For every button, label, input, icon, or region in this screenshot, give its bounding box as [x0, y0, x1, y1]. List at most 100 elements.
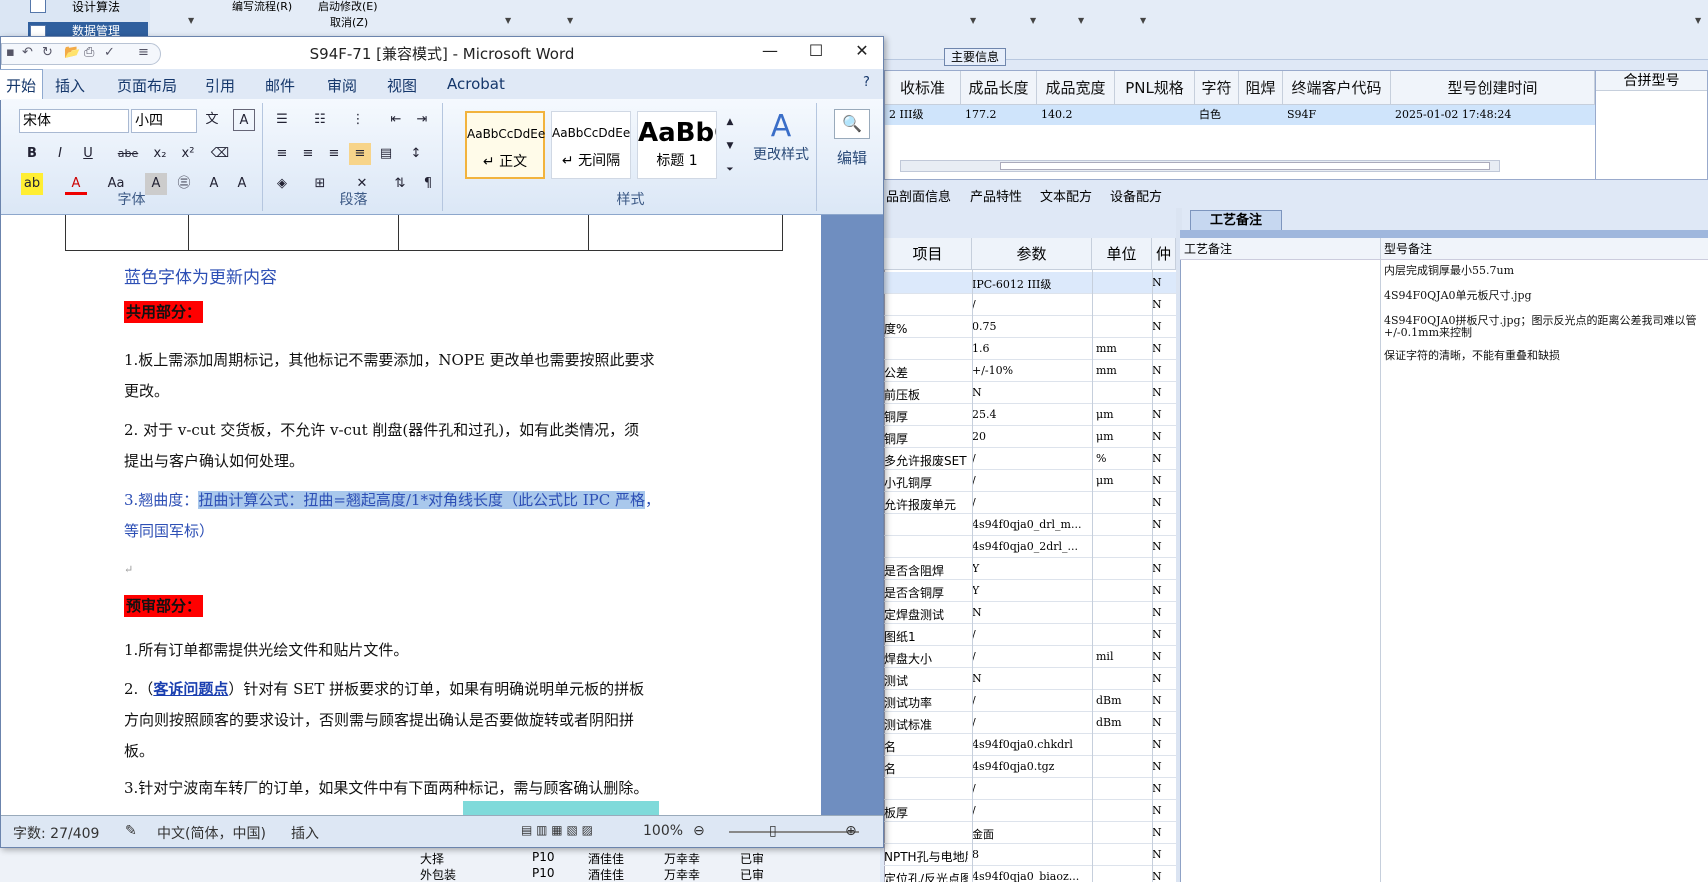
language[interactable]: 中文(简体，中国) [157, 823, 266, 843]
tab-page-layout[interactable]: 页面布局 [117, 75, 177, 96]
align-left-icon[interactable]: ≡ [271, 143, 293, 165]
word-count[interactable]: 字数: 27/409 [13, 823, 99, 843]
view-buttons-icon[interactable]: ▤ ▥ ▦ ▧ ▨ [521, 823, 593, 837]
grid-header[interactable]: 型号创建时间 [1391, 71, 1595, 105]
font-name-combo[interactable]: 宋体 [19, 109, 129, 133]
align-right-icon[interactable]: ≡ [323, 143, 345, 165]
toolbar-start-modify[interactable]: 启动修改(E) [318, 0, 378, 14]
table-row[interactable]: 4s94f0qja0_2drl_... N [884, 536, 1176, 558]
table-row[interactable]: / N [884, 778, 1176, 800]
table-row[interactable]: 测试 N N [884, 668, 1176, 690]
document-page[interactable]: 蓝色字体为更新内容 共用部分： 1.板上需添加周期标记，其他标记不需要添加，NO… [1, 215, 821, 815]
table-row[interactable]: 图纸1 / N [884, 624, 1176, 646]
tab-text-recipe[interactable]: 文本配方 [1040, 186, 1092, 205]
close-icon[interactable]: ✕ [847, 41, 877, 60]
table-row[interactable]: 板厚 / N [884, 800, 1176, 822]
tab-references[interactable]: 引用 [205, 75, 235, 96]
bullets-icon[interactable]: ☰ [271, 109, 293, 131]
grid-header[interactable]: 阻焊 [1239, 71, 1283, 105]
italic-icon[interactable]: I [49, 143, 71, 165]
zoom-level[interactable]: 100% [643, 823, 683, 839]
tab-view[interactable]: 视图 [387, 75, 417, 96]
decrease-indent-icon[interactable]: ⇤ [385, 109, 407, 131]
tab-process-remarks[interactable]: 工艺备注 [1190, 210, 1282, 232]
tab-acrobat[interactable]: Acrobat [447, 75, 505, 93]
table-row[interactable]: 允许报废单元 / N [884, 492, 1176, 514]
tab-main-info[interactable]: 主要信息 [944, 48, 1006, 66]
tab-insert[interactable]: 插入 [55, 75, 85, 96]
list-item[interactable]: 大择 P10 酒佳佳 万幸幸 已审 [420, 850, 764, 867]
tab-device-recipe[interactable]: 设备配方 [1110, 186, 1162, 205]
dropdown-arrow-icon[interactable]: ▼ [505, 16, 511, 25]
table-row[interactable]: 测试功率 / dBm N [884, 690, 1176, 712]
table-row[interactable]: 名 4s94f0qja0.chkdrl N [884, 734, 1176, 756]
help-icon[interactable]: ? [863, 75, 870, 90]
numbering-icon[interactable]: ☷ [309, 109, 331, 131]
table-row[interactable]: 是否含阻焊 Y N [884, 558, 1176, 580]
styles-scroll-up-icon[interactable]: ▲ [719, 111, 741, 133]
dropdown-arrow-icon[interactable]: ▼ [970, 16, 976, 25]
table-row[interactable]: 公差 +/-10% mm N [884, 360, 1176, 382]
zoom-thumb[interactable]: ▯ [769, 823, 777, 839]
tab-profile-info[interactable]: 品剖面信息 [886, 186, 951, 205]
table-row[interactable]: 小孔铜厚 / μm N [884, 470, 1176, 492]
col-unit[interactable]: 单位 [1092, 238, 1152, 270]
dropdown-arrow-icon[interactable]: ▼ [567, 16, 573, 25]
table-row[interactable]: 多允许报废SET /% N [884, 448, 1176, 470]
insert-mode[interactable]: 插入 [291, 823, 319, 843]
grid-header[interactable]: 终端客户代码 [1283, 71, 1391, 105]
toolbar-cancel[interactable]: 取消(Z) [330, 14, 368, 30]
char-border-icon[interactable]: A [233, 109, 255, 131]
font-size-combo[interactable]: 小四 [131, 109, 197, 133]
tab-product-features[interactable]: 产品特性 [970, 186, 1022, 205]
dropdown-arrow-icon[interactable]: ▼ [1078, 16, 1084, 25]
multilevel-list-icon[interactable]: ⋮ [347, 109, 369, 131]
dropdown-arrow-icon[interactable]: ▼ [1030, 16, 1036, 25]
table-row[interactable]: 测试标准 / dBm N [884, 712, 1176, 734]
table-row[interactable]: NPTH孔与电地层空距 8 N [884, 844, 1176, 866]
dropdown-arrow-icon[interactable]: ▼ [188, 16, 194, 25]
col-param[interactable]: 参数 [972, 238, 1092, 270]
tab-home[interactable]: 开始 [0, 69, 44, 100]
table-row[interactable]: IPC-6012 III级 N [884, 272, 1176, 294]
zoom-slider[interactable] [729, 831, 859, 833]
grid-header[interactable]: 成品长度 [961, 71, 1037, 105]
proofing-icon[interactable]: ✎ [125, 823, 137, 839]
styles-scroll-down-icon[interactable]: ▼ [719, 135, 741, 157]
bold-icon[interactable]: B [21, 143, 43, 165]
clear-format-icon[interactable]: ⌫ [209, 143, 231, 165]
table-row[interactable]: 焊盘大小 / mil N [884, 646, 1176, 668]
grid-header[interactable]: PNL规格 [1115, 71, 1195, 105]
justify-icon[interactable]: ≡ [349, 143, 371, 165]
toolbar-edit-flow[interactable]: 编写流程(R) [232, 0, 292, 14]
style-heading-1[interactable]: AaBbC 标题 1 [637, 111, 717, 179]
grid-header[interactable]: 成品宽度 [1037, 71, 1115, 105]
style-no-spacing[interactable]: AaBbCcDdEe ↵ 无间隔 [551, 111, 631, 179]
list-item[interactable]: 外包装 P10 酒佳佳 万幸幸 已审 [420, 866, 764, 882]
col-item[interactable]: 项目 [884, 238, 972, 270]
dropdown-arrow-icon[interactable]: ▼ [1140, 16, 1146, 25]
table-row[interactable]: 铜厚 20 μm N [884, 426, 1176, 448]
table-row[interactable]: 金面 N [884, 822, 1176, 844]
strikethrough-icon[interactable]: abe [117, 143, 139, 165]
tab-review[interactable]: 审阅 [327, 75, 357, 96]
change-styles-button[interactable]: A 更改样式 [749, 109, 813, 164]
table-row[interactable]: 铜厚 25.4 μm N [884, 404, 1176, 426]
minimize-icon[interactable]: — [755, 41, 785, 60]
zoom-in-icon[interactable]: ⊕ [845, 823, 857, 839]
distribute-icon[interactable]: ▤ [375, 143, 397, 165]
zoom-out-icon[interactable]: ⊖ [693, 823, 705, 839]
edit-button[interactable]: 🔍 编辑 [823, 103, 881, 211]
col-flag[interactable]: 仲 [1152, 238, 1176, 270]
align-center-icon[interactable]: ≡ [297, 143, 319, 165]
superscript-icon[interactable]: x² [177, 143, 199, 165]
table-row[interactable]: 定焊盘测试 N N [884, 602, 1176, 624]
phonetic-icon[interactable]: 文 [201, 109, 223, 131]
table-row[interactable]: 名 4s94f0qja0.tgz N [884, 756, 1176, 778]
doc-link[interactable]: 客诉问题点 [153, 680, 228, 698]
scroll-thumb[interactable] [1000, 162, 1490, 170]
table-row[interactable]: 1.6 mm N [884, 338, 1176, 360]
table-row[interactable]: 前压板 N N [884, 382, 1176, 404]
increase-indent-icon[interactable]: ⇥ [411, 109, 433, 131]
tab-mailings[interactable]: 邮件 [265, 75, 295, 96]
